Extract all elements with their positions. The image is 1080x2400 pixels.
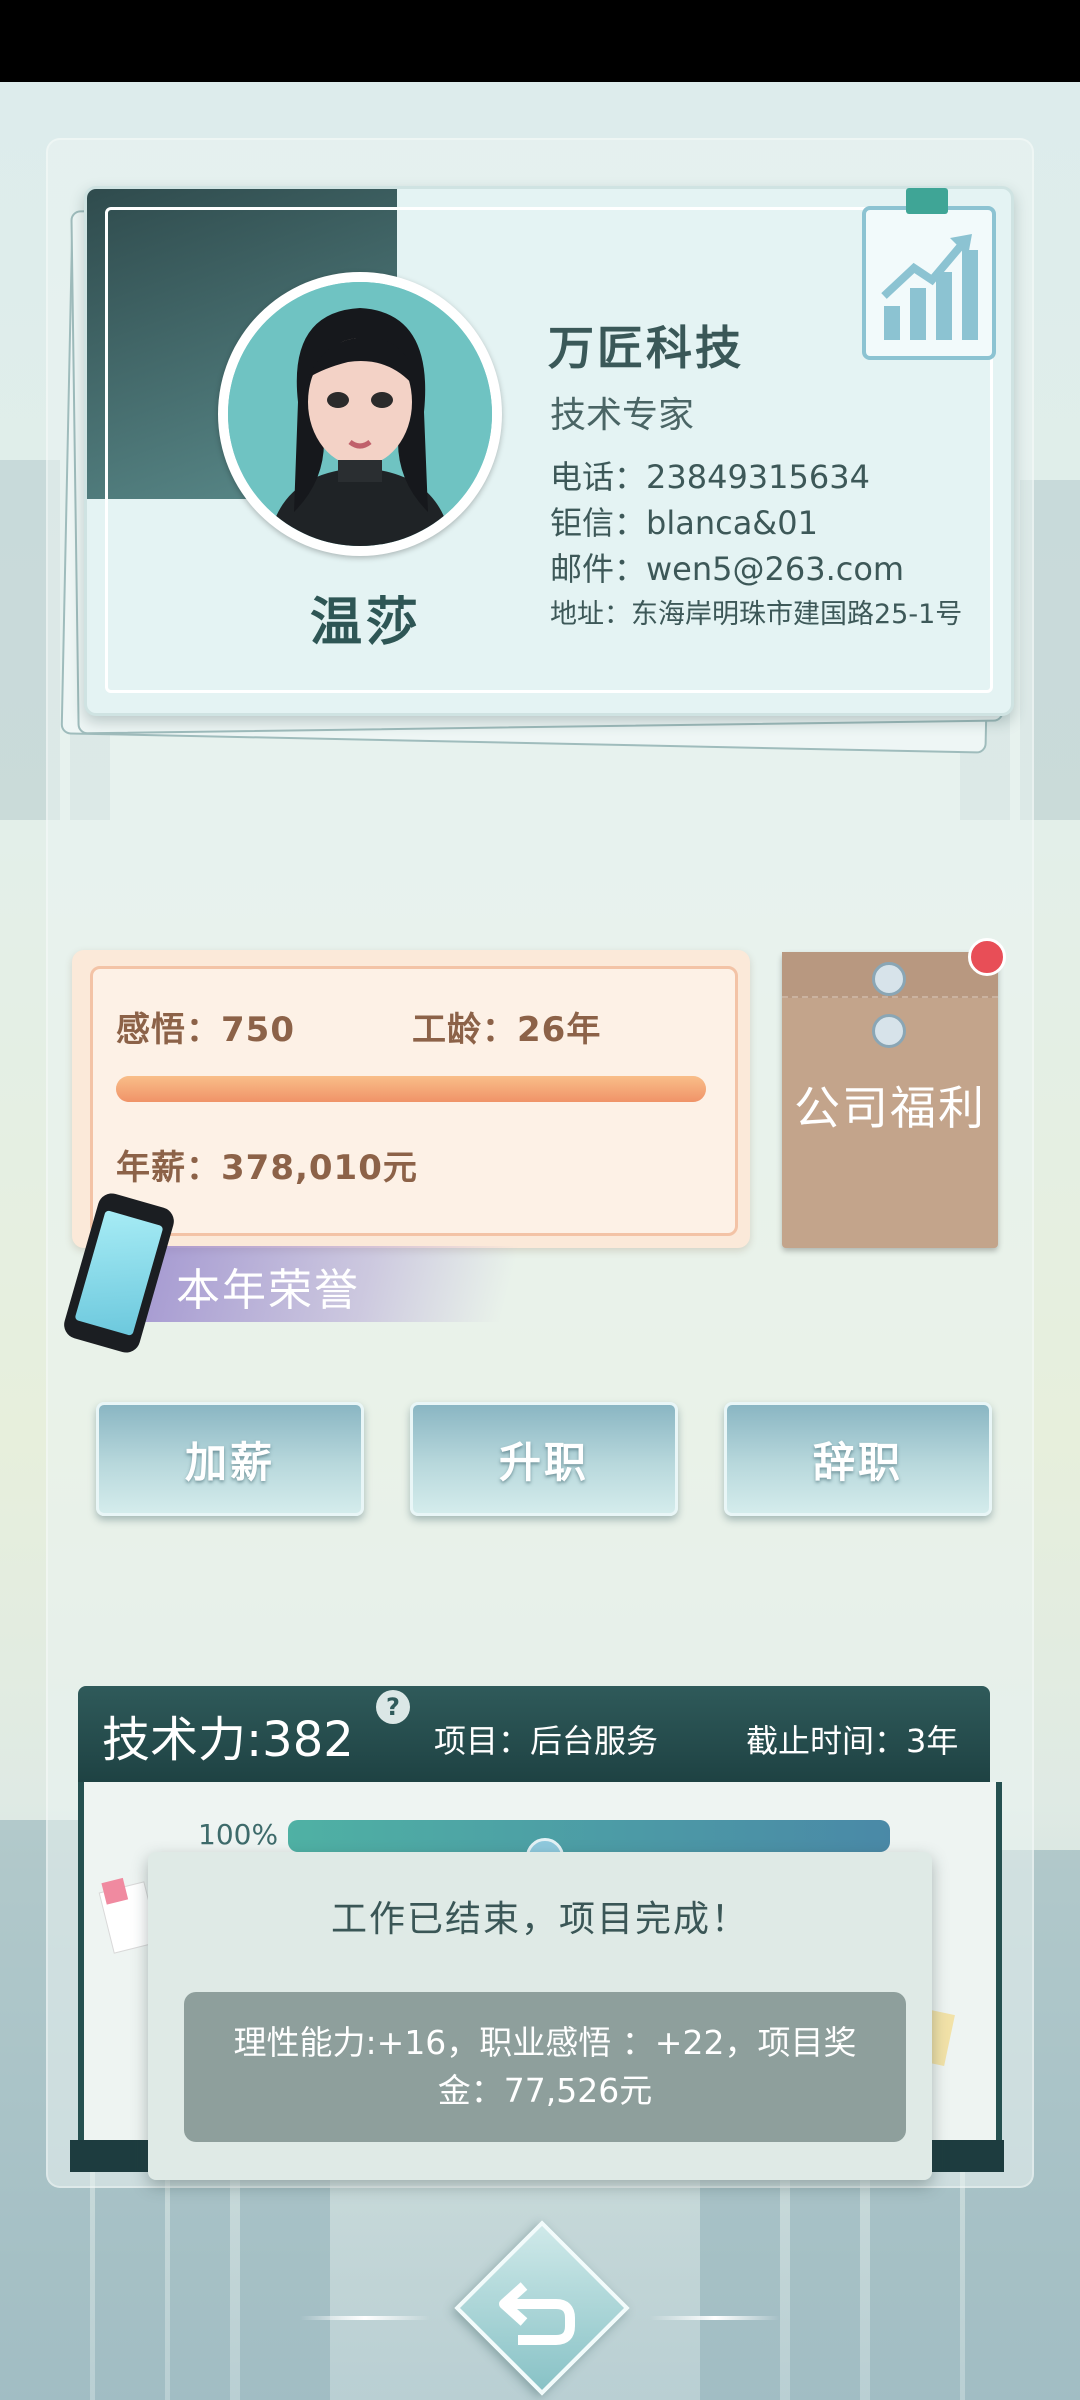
honor-label[interactable]: 本年荣誉 bbox=[176, 1254, 360, 1318]
company-welfare-label: 公司福利 bbox=[794, 1081, 986, 1135]
promote-button[interactable]: 升职 bbox=[410, 1402, 678, 1516]
badge-clip bbox=[906, 188, 948, 214]
help-icon[interactable]: ? bbox=[376, 1690, 410, 1724]
company-name: 万匠科技 bbox=[548, 321, 744, 375]
email-address: 邮件：wen5@263.com bbox=[550, 550, 905, 588]
project-name: 项目：后台服务 bbox=[434, 1722, 659, 1760]
company-welfare-envelope[interactable]: 公司福利 bbox=[782, 952, 998, 1248]
tech-power: 技术力:382 bbox=[102, 1712, 354, 1768]
progress-percent: 100% bbox=[198, 1818, 279, 1851]
raise-salary-button[interactable]: 加薪 bbox=[96, 1402, 364, 1516]
seniority-value: 工龄：26年 bbox=[412, 1010, 602, 1050]
resign-button[interactable]: 辞职 bbox=[724, 1402, 992, 1516]
popup-title: 工作已结束，项目完成！ bbox=[330, 1899, 749, 1940]
envelope-button-icon bbox=[872, 1014, 906, 1048]
insight-value: 感悟：750 bbox=[116, 1010, 295, 1050]
job-title: 技术专家 bbox=[550, 395, 695, 436]
back-arrow-icon[interactable] bbox=[478, 2256, 602, 2366]
insight-bar-fill bbox=[116, 1076, 706, 1102]
popup-message: 理性能力:+16，职业感悟 ：+22，项目奖金：77,526元 bbox=[184, 1992, 906, 2142]
avatar[interactable] bbox=[228, 282, 492, 546]
chart-badge-icon bbox=[862, 206, 996, 360]
chat-id: 钜信：blanca&01 bbox=[550, 504, 818, 542]
avatar-portrait-icon bbox=[228, 282, 492, 546]
ornament-left bbox=[300, 2316, 430, 2320]
progress-fill bbox=[288, 1820, 890, 1852]
envelope-button-icon bbox=[872, 962, 906, 996]
person-name: 温莎 bbox=[309, 593, 422, 653]
deadline: 截止时间：3年 bbox=[746, 1722, 959, 1760]
address: 地址：东海岸明珠市建国路25-1号 bbox=[550, 599, 963, 630]
salary-value: 年薪：378,010元 bbox=[116, 1148, 418, 1188]
phone-number: 电话：23849315634 bbox=[550, 458, 870, 496]
status-bar bbox=[0, 0, 1080, 82]
notification-dot bbox=[968, 938, 1006, 976]
ornament-right bbox=[650, 2316, 780, 2320]
